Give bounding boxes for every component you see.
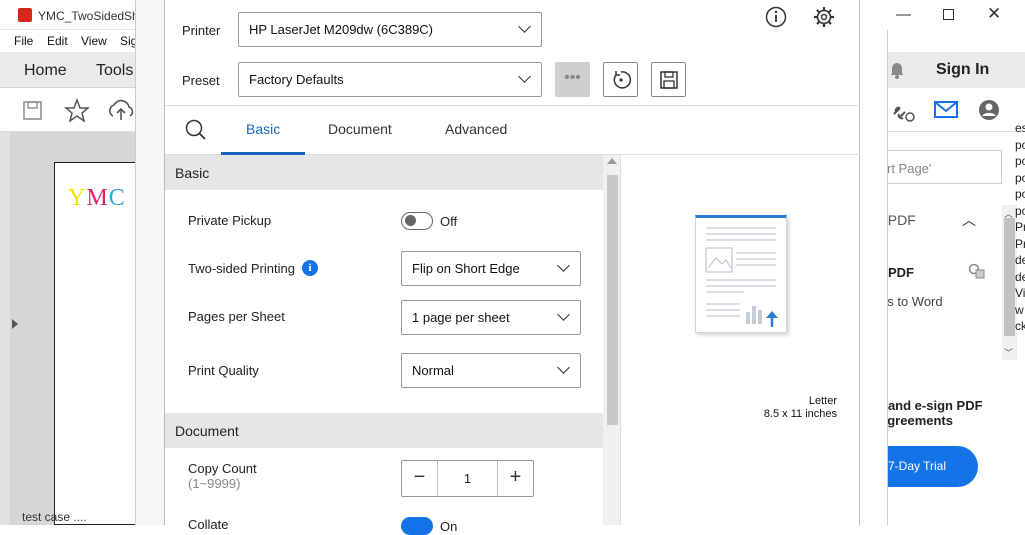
right-scrollbar-thumb[interactable] [1004,218,1015,336]
preview-divider [620,155,621,525]
nav-tools[interactable]: Tools [96,62,133,80]
menu-bar: File Edit View Sig [0,30,140,52]
right-titlebar: — ✕ [860,0,1025,30]
tools-search-input[interactable]: rt Page' [870,150,1002,184]
print-quality-select[interactable]: Normal [401,353,581,388]
tab-advanced[interactable]: Advanced [445,121,507,137]
chevron-down-icon [518,70,531,83]
preset-select[interactable]: Factory Defaults [238,62,542,97]
save-preset-button[interactable] [651,62,686,97]
chevron-down-icon [518,20,531,33]
tab-basic[interactable]: Basic [246,121,280,137]
collate-toggle[interactable] [401,517,433,535]
paper-dimensions: 8.5 x 11 inches [763,408,837,420]
info-icon[interactable] [765,6,787,28]
search-icon[interactable] [185,119,207,141]
paper-size-info: Letter 8.5 x 11 inches [725,395,837,421]
private-pickup-toggle[interactable] [401,212,433,230]
email-icon[interactable] [934,101,958,119]
underlying-dialog-strip [135,0,165,525]
document-bottom-text: test case .... [22,510,87,524]
expand-panel-icon[interactable] [12,319,18,329]
maximize-icon[interactable] [943,9,954,20]
print-preview-page [695,215,787,333]
menu-edit[interactable]: Edit [47,34,68,48]
chevron-down-icon [557,361,570,374]
upload-cloud-icon[interactable] [106,98,136,122]
printer-select-value: HP LaserJet M209dw (6C389C) [249,22,434,37]
reset-preset-button[interactable] [603,62,638,97]
private-pickup-state: Off [440,214,458,229]
scroll-up-arrow-icon[interactable] [607,158,617,164]
preview-page-icon [705,227,781,328]
dialog-shadow-frame [860,30,888,525]
printer-select[interactable]: HP LaserJet M209dw (6C389C) [238,12,542,47]
copy-count-label: Copy Count [188,461,257,476]
minimize-icon[interactable]: — [896,6,911,23]
pages-per-sheet-select[interactable]: 1 page per sheet [401,300,581,335]
preset-label: Preset [182,73,220,88]
tab-document[interactable]: Document [328,121,392,137]
paper-name: Letter [808,395,837,407]
chevron-up-icon[interactable]: ︿ [962,210,976,230]
two-sided-info-icon[interactable]: i [302,260,318,276]
link-icon[interactable] [890,100,916,122]
scroll-down-arrow-icon[interactable]: ﹀ [1004,346,1013,359]
settings-column: Basic Private Pickup Off Two-sided Print… [165,155,603,532]
document-ymc-text: YMC [68,185,126,211]
two-sided-value: Flip on Short Edge [412,261,520,276]
reset-icon [613,71,631,89]
basic-section-header: Basic [165,155,603,190]
export-pdf-description: es to Word [880,294,943,309]
acrobat-nav-bar: Home Tools [0,52,140,88]
menu-file[interactable]: File [14,34,33,48]
copy-count-range: (1~9999) [188,476,241,491]
pages-per-sheet-value: 1 page per sheet [412,310,510,325]
copy-count-value[interactable]: 1 [437,461,498,496]
collate-state: On [440,519,458,534]
promo-line-2: agreements [880,413,953,428]
copy-count-stepper[interactable]: − 1 + [401,460,534,497]
promo-text: t and e-sign PDF agreements [880,398,1000,428]
acrobat-pdf-icon [18,8,32,22]
two-sided-select[interactable]: Flip on Short Edge [401,251,581,286]
menu-view[interactable]: View [81,34,107,48]
settings-scrollbar-thumb[interactable] [607,175,618,425]
right-edge-list: es po po po po po Pr Pr de de Vi w ck [1015,121,1025,333]
chevron-down-icon [557,259,570,272]
convert-icon[interactable] [968,263,986,279]
preset-select-value: Factory Defaults [249,72,344,87]
document-page [54,162,140,525]
more-options-button[interactable]: ••• [555,62,590,97]
tab-bar: Basic Document Advanced [165,105,860,155]
print-quality-value: Normal [412,363,454,378]
increment-button[interactable]: + [498,461,533,496]
print-quality-label: Print Quality [188,363,259,378]
private-pickup-label: Private Pickup [188,213,272,228]
add-user-icon[interactable] [978,99,1002,123]
close-icon[interactable]: ✕ [987,4,1001,24]
left-panel-strip [0,132,10,525]
star-icon[interactable] [64,98,90,122]
acrobat-toolbar [0,88,140,132]
gear-icon[interactable] [813,6,835,28]
printer-label: Printer [182,23,221,38]
document-section-header: Document [165,413,603,448]
document-title: YMC_TwoSidedSho [38,9,136,23]
sign-in-link[interactable]: Sign In [936,61,989,79]
nav-home[interactable]: Home [24,62,67,80]
decrement-button[interactable]: − [402,461,437,496]
toggle-knob [405,215,416,226]
bell-icon[interactable] [888,60,906,80]
two-sided-label: Two-sided Printing [188,261,295,276]
save-icon [660,71,678,89]
save-icon[interactable] [22,100,44,120]
print-dialog: Printer HP LaserJet M209dw (6C389C) Pres… [164,0,860,535]
promo-line-1: t and e-sign PDF [880,398,983,413]
chevron-down-icon [557,308,570,321]
pages-per-sheet-label: Pages per Sheet [188,309,285,324]
